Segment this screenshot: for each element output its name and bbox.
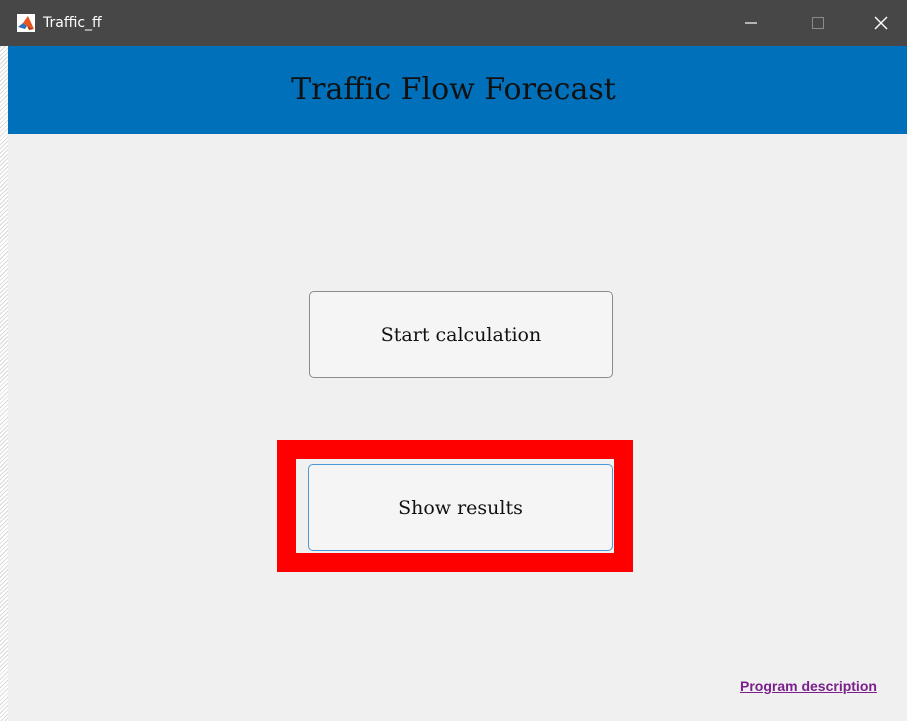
close-icon [874,16,888,30]
close-button[interactable] [859,0,903,46]
minimize-button[interactable] [729,0,773,46]
matlab-logo-icon [17,14,35,32]
program-description-link[interactable]: Program description [740,677,877,695]
start-calculation-label: Start calculation [380,323,542,346]
header-band: Traffic Flow Forecast [8,46,907,134]
maximize-icon [812,17,824,29]
maximize-button[interactable] [796,0,840,46]
show-results-label: Show results [398,496,523,519]
title-bar: Traffic_ff [0,0,907,46]
show-results-button[interactable]: Show results [308,464,613,551]
minimize-icon [745,22,757,24]
app-window: Traffic_ff Traffic Flow Forecast Start c… [0,0,907,721]
page-title: Traffic Flow Forecast [291,71,616,107]
window-title: Traffic_ff [43,15,102,31]
start-calculation-button[interactable]: Start calculation [309,291,613,378]
